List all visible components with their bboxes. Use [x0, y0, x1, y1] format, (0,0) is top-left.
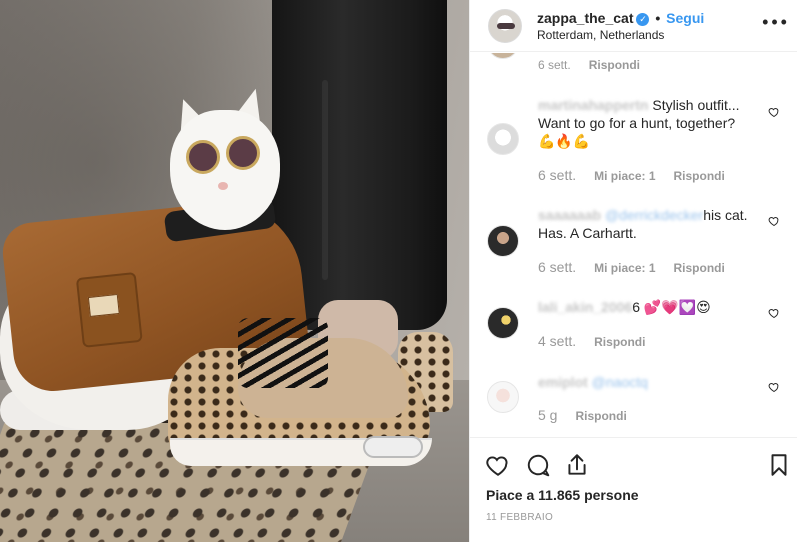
post-date[interactable]: 11 FEBBRAIO: [486, 512, 553, 523]
heart-icon[interactable]: [485, 452, 511, 478]
photo-sneaker: [168, 318, 440, 468]
post-photo[interactable]: [0, 0, 469, 542]
comment-time[interactable]: 5 g: [538, 407, 557, 423]
comment-body: 6: [632, 299, 640, 315]
comment-username[interactable]: lali_akin_2006: [538, 299, 632, 315]
comment-text: martinahappertn Stylish outfit... Want t…: [538, 96, 758, 150]
comment-mention[interactable]: @naoctq: [592, 374, 648, 390]
comment-meta: 6 sett. Rispondi: [538, 58, 640, 72]
comment-icon[interactable]: [525, 452, 551, 478]
comment-text: saaaaaab @derrickdeckerhis cat. Has. A C…: [538, 206, 758, 242]
comment-likes[interactable]: Mi piace: 1: [594, 169, 655, 183]
comment-emoji: 💕💗💟😍: [643, 299, 711, 315]
verified-badge-icon: ✓: [636, 13, 650, 26]
username-link[interactable]: zappa_the_cat: [537, 10, 633, 26]
comment-username[interactable]: emiplot: [538, 374, 588, 390]
heart-icon[interactable]: [768, 106, 780, 118]
avatar[interactable]: [488, 9, 522, 43]
follow-button[interactable]: Segui: [666, 10, 704, 26]
separator-dot: •: [655, 10, 661, 26]
comment-meta: 6 sett. Mi piace: 1 Rispondi: [538, 259, 725, 275]
likes-count[interactable]: Piace a 11.865 persone: [486, 487, 639, 503]
comment-emoji: 💪🔥💪: [538, 133, 591, 149]
comment-avatar[interactable]: [487, 123, 519, 155]
header-user-line: zappa_the_cat ✓ • Segui: [537, 10, 704, 26]
comment-text: emiplot @naoctq: [538, 373, 758, 391]
comment-avatar[interactable]: [487, 225, 519, 257]
bookmark-icon[interactable]: [766, 452, 792, 478]
reply-button[interactable]: Rispondi: [674, 261, 725, 275]
comment-meta: 5 g Rispondi: [538, 407, 627, 423]
comment-time[interactable]: 6 sett.: [538, 58, 571, 72]
comment-time[interactable]: 6 sett.: [538, 259, 576, 275]
comment-avatar[interactable]: [487, 53, 519, 59]
comment-time[interactable]: 6 sett.: [538, 167, 576, 183]
post-header: zappa_the_cat ✓ • Segui Rotterdam, Nether…: [470, 0, 797, 52]
heart-icon[interactable]: [768, 215, 780, 227]
comment-meta: 4 sett. Rispondi: [538, 333, 645, 349]
reply-button[interactable]: Rispondi: [594, 335, 645, 349]
comment-avatar[interactable]: [487, 381, 519, 413]
comment-avatar[interactable]: [487, 307, 519, 339]
post-side-panel: zappa_the_cat ✓ • Segui Rotterdam, Nether…: [469, 0, 797, 542]
more-options-icon[interactable]: • • •: [762, 13, 787, 31]
location-link[interactable]: Rotterdam, Netherlands: [537, 28, 664, 42]
post-actions: Piace a 11.865 persone 11 FEBBRAIO: [470, 437, 797, 542]
comment-text: lali_akin_20066 💕💗💟😍: [538, 298, 758, 316]
comment-meta: 6 sett. Mi piace: 1 Rispondi: [538, 167, 725, 183]
comments-list[interactable]: 6 sett. Rispondi martinahappertn Stylish …: [470, 53, 797, 437]
comment-mention[interactable]: @derrickdecker: [605, 207, 703, 223]
comment-time[interactable]: 4 sett.: [538, 333, 576, 349]
comment-username[interactable]: martinahappertn: [538, 97, 648, 113]
comment-likes[interactable]: Mi piace: 1: [594, 261, 655, 275]
comment-username[interactable]: saaaaaab: [538, 207, 601, 223]
reply-button[interactable]: Rispondi: [575, 409, 626, 423]
heart-icon[interactable]: [768, 307, 780, 319]
share-icon[interactable]: [564, 452, 590, 478]
reply-button[interactable]: Rispondi: [589, 58, 640, 72]
reply-button[interactable]: Rispondi: [674, 169, 725, 183]
heart-icon[interactable]: [768, 381, 780, 393]
